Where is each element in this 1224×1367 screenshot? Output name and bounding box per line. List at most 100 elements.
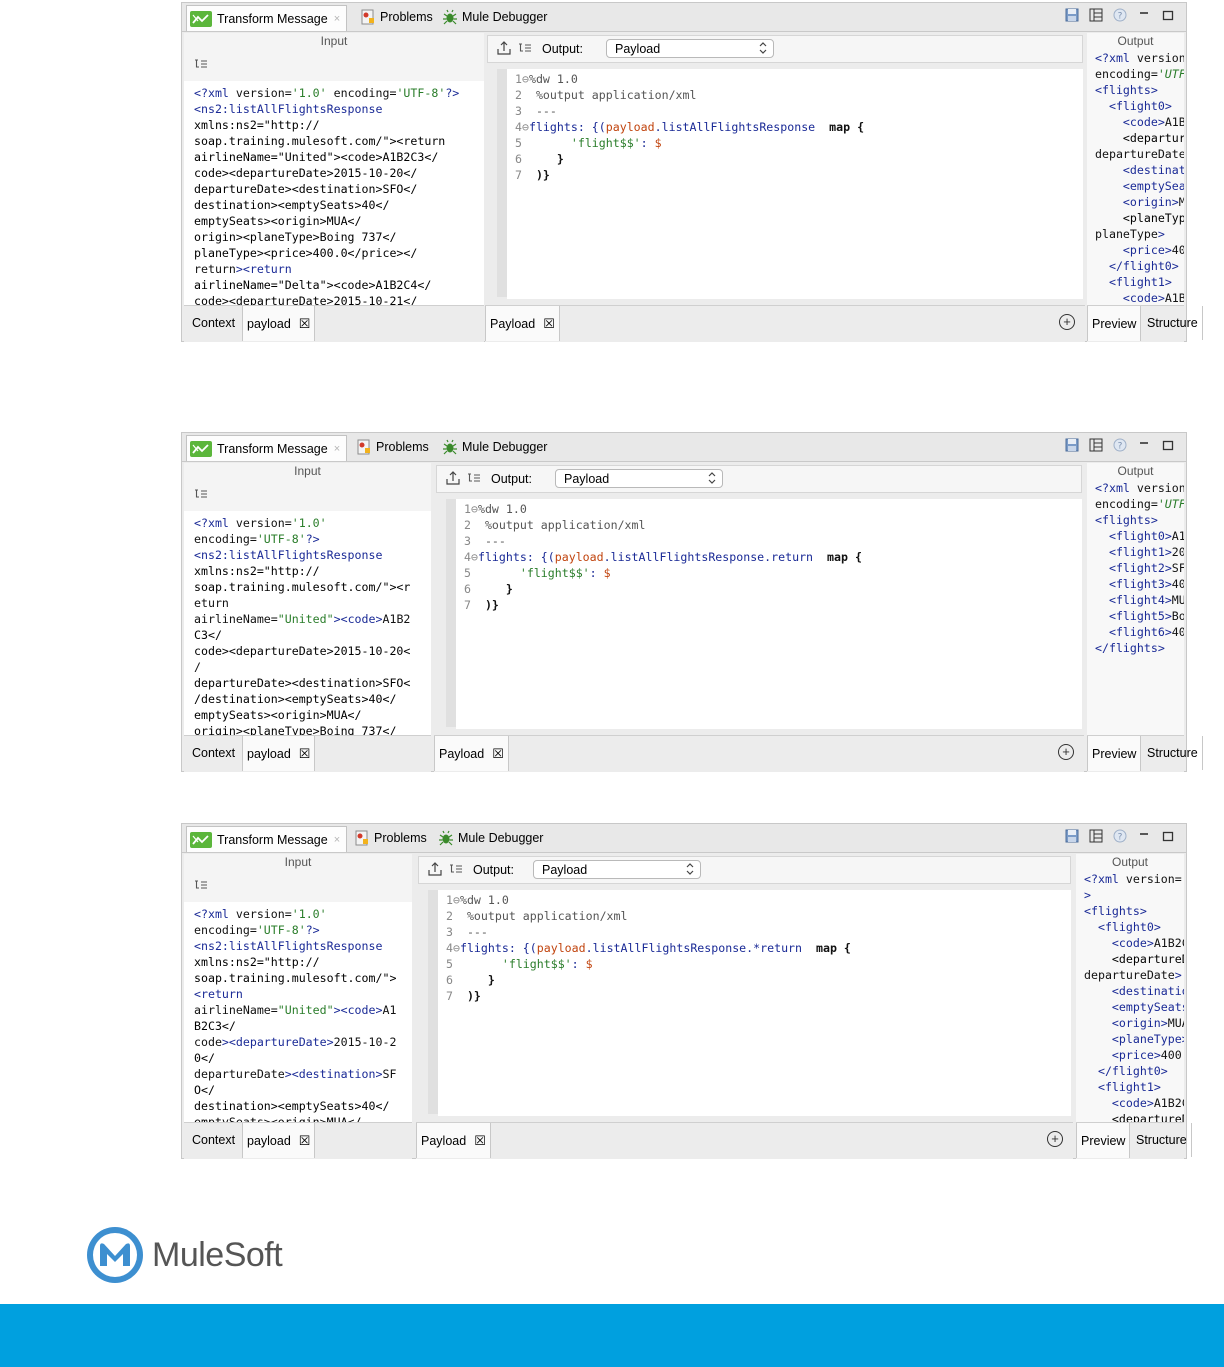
- fold-icon[interactable]: ⊖: [522, 120, 529, 134]
- dataweave-code[interactable]: 1⊖%dw 1.0 2 %output application/xml 3 --- 4…: [438, 890, 1071, 1116]
- xml-line: planeType><price>400.0</price></: [194, 246, 418, 260]
- tab-context[interactable]: Context: [188, 306, 239, 340]
- fold-icon[interactable]: ⊖: [453, 893, 460, 907]
- tab-preview[interactable]: Preview: [1087, 736, 1142, 771]
- add-tab-icon[interactable]: +: [1059, 314, 1075, 330]
- tab-context[interactable]: Context: [188, 736, 239, 770]
- tab-input-payload[interactable]: payload ☒: [242, 306, 316, 341]
- tree-toggle-icon[interactable]: [443, 863, 463, 878]
- code-line: 3 ---: [446, 924, 1071, 940]
- output-select[interactable]: Payload: [555, 469, 723, 488]
- tree-toggle-icon[interactable]: [512, 42, 532, 57]
- tab-mule-debugger[interactable]: Mule Debugger: [438, 826, 543, 850]
- close-tab-icon[interactable]: ×: [334, 13, 340, 25]
- layout-icon[interactable]: [1088, 828, 1104, 844]
- add-tab-icon[interactable]: +: [1047, 1131, 1063, 1147]
- tab-editor-payload[interactable]: Payload ☒: [485, 306, 560, 341]
- minimize-icon[interactable]: [1136, 437, 1152, 453]
- tab-mule-debugger[interactable]: Mule Debugger: [442, 435, 547, 459]
- dataweave-code[interactable]: 1⊖%dw 1.0 2 %output application/xml 3 --- 4…: [456, 499, 1082, 729]
- output-select[interactable]: Payload: [533, 860, 701, 879]
- editor-scroll-gutter[interactable]: [446, 499, 456, 727]
- tab-mule-debugger[interactable]: Mule Debugger: [442, 5, 547, 29]
- tree-toggle-icon[interactable]: [461, 472, 481, 487]
- close-tab-icon[interactable]: ☒: [299, 316, 311, 332]
- layout-icon[interactable]: [1088, 437, 1104, 453]
- tab-problems[interactable]: Problems: [354, 826, 427, 850]
- xml-line: B2C3</: [194, 1019, 236, 1033]
- minimize-icon[interactable]: [1136, 828, 1152, 844]
- line-number: 6: [446, 973, 453, 987]
- xml-line: <return: [194, 987, 243, 1001]
- tab-transform-message[interactable]: Transform Message ×: [186, 826, 348, 852]
- code-text: .listAllFlightsResponse.*return: [585, 941, 803, 955]
- maximize-icon[interactable]: [1160, 7, 1176, 23]
- close-tab-icon[interactable]: ☒: [492, 746, 504, 762]
- tab-label: Payload: [439, 746, 485, 761]
- code-line: 1⊖%dw 1.0: [515, 71, 1083, 87]
- tree-toggle-icon[interactable]: [194, 57, 208, 75]
- tab-problems[interactable]: Problems: [360, 5, 433, 29]
- export-icon[interactable]: [437, 470, 461, 489]
- minimize-icon[interactable]: [1136, 7, 1152, 23]
- code-line: 7 )}: [446, 988, 1071, 1004]
- tab-editor-payload[interactable]: Payload ☒: [416, 1123, 491, 1158]
- close-tab-icon[interactable]: ☒: [299, 1133, 311, 1149]
- tree-toggle-icon[interactable]: [194, 878, 208, 896]
- add-tab-icon[interactable]: +: [1058, 744, 1074, 760]
- transform-message-window: Transform Message × Problems Mule Debugger?…: [181, 823, 1192, 1159]
- export-icon[interactable]: [488, 40, 512, 59]
- editor-toolbar: Output: Payload: [436, 465, 1082, 493]
- xml-line: xmlns:ns2="http://: [194, 118, 320, 132]
- maximize-icon[interactable]: [1160, 437, 1176, 453]
- tab-problems[interactable]: Problems: [356, 435, 429, 459]
- tab-transform-message[interactable]: Transform Message ×: [186, 435, 348, 461]
- code-line: 2 %output application/xml: [515, 87, 1083, 103]
- fold-icon[interactable]: ⊖: [453, 941, 460, 955]
- save-icon[interactable]: [1064, 437, 1080, 453]
- tab-preview[interactable]: Preview: [1076, 1123, 1131, 1158]
- xml-line: /destination><emptySeats>40</: [194, 692, 397, 706]
- fold-icon[interactable]: ⊖: [471, 550, 478, 564]
- dataweave-code[interactable]: 1⊖%dw 1.0 2 %output application/xml 3 --- 4…: [507, 69, 1083, 299]
- fold-icon[interactable]: ⊖: [522, 72, 529, 86]
- tab-transform-message[interactable]: Transform Message ×: [186, 5, 348, 31]
- xml-line: <flight3>40</flight3>: [1108, 577, 1184, 591]
- tab-structure[interactable]: Structure: [1143, 736, 1203, 770]
- xml-line: airlineName="Delta"><code>A1B2C4</: [194, 278, 432, 292]
- tab-structure[interactable]: Structure: [1143, 306, 1203, 340]
- close-tab-icon[interactable]: ☒: [474, 1133, 486, 1149]
- tab-context[interactable]: Context: [188, 1123, 239, 1157]
- export-icon[interactable]: [419, 861, 443, 880]
- output-title: Output: [1111, 855, 1149, 869]
- fold-icon[interactable]: ⊖: [471, 502, 478, 516]
- close-tab-icon[interactable]: ☒: [299, 746, 311, 762]
- tab-input-payload[interactable]: payload ☒: [242, 1123, 316, 1158]
- code-text: payload: [554, 550, 604, 564]
- help-icon[interactable]: ?: [1112, 437, 1128, 453]
- layout-icon[interactable]: [1088, 7, 1104, 23]
- editor-scroll-gutter[interactable]: [428, 890, 438, 1114]
- tree-toggle-icon[interactable]: [194, 487, 208, 505]
- tab-label: Problems: [376, 440, 429, 454]
- tab-preview[interactable]: Preview: [1087, 306, 1142, 341]
- tab-structure[interactable]: Structure: [1132, 1123, 1192, 1157]
- close-tab-icon[interactable]: ×: [334, 443, 340, 455]
- save-icon[interactable]: [1064, 828, 1080, 844]
- tab-editor-payload[interactable]: Payload ☒: [434, 736, 509, 771]
- help-icon[interactable]: ?: [1112, 828, 1128, 844]
- maximize-icon[interactable]: [1160, 828, 1176, 844]
- close-tab-icon[interactable]: ☒: [543, 316, 555, 332]
- save-icon[interactable]: [1064, 7, 1080, 23]
- close-tab-icon[interactable]: ×: [334, 834, 340, 846]
- tab-input-payload[interactable]: payload ☒: [242, 736, 316, 771]
- xml-line: O</: [194, 1083, 215, 1097]
- code-line: 3 ---: [464, 533, 1082, 549]
- tab-label: payload: [247, 746, 291, 761]
- line-number: 5: [515, 136, 522, 150]
- tab-label: Context: [192, 1133, 236, 1147]
- output-bottom-tabs: Preview Structure: [1076, 1122, 1192, 1159]
- help-icon[interactable]: ?: [1112, 7, 1128, 23]
- output-select[interactable]: Payload: [606, 39, 774, 58]
- editor-scroll-gutter[interactable]: [497, 69, 507, 297]
